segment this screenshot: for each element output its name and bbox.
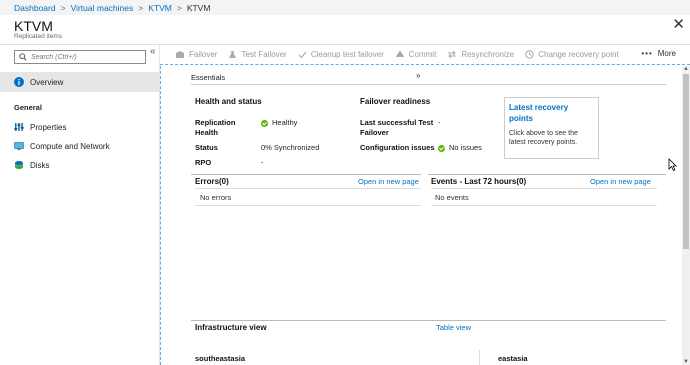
errors-divider-bottom	[195, 205, 421, 206]
check-icon	[298, 50, 307, 59]
command-bar: Failover Test Failover Cleanup test fail…	[160, 45, 690, 65]
region-divider	[479, 350, 480, 365]
errors-divider	[195, 188, 421, 189]
info-icon	[14, 77, 24, 87]
test-failover-icon	[228, 50, 237, 59]
status-label: Status	[195, 143, 218, 152]
errors-title: Errors(0)	[195, 177, 229, 186]
breadcrumb-dashboard[interactable]: Dashboard	[14, 3, 56, 13]
events-divider-top	[428, 174, 666, 175]
more-label: More	[657, 49, 676, 58]
resynchronize-button[interactable]: Resynchronize	[447, 50, 514, 59]
commit-icon	[395, 50, 405, 59]
configuration-issues-text: No issues	[449, 143, 482, 152]
collapse-sidebar-icon[interactable]: «	[150, 46, 156, 57]
configuration-issues-value: No issues	[438, 143, 482, 153]
sidebar-item-label: Properties	[30, 122, 67, 132]
cleanup-test-failover-button[interactable]: Cleanup test failover	[298, 50, 384, 59]
sidebar-item-label: Compute and Network	[30, 141, 110, 151]
breadcrumb-virtual-machines[interactable]: Virtual machines	[71, 3, 134, 13]
failover-label: Failover	[189, 50, 218, 59]
breadcrumb: Dashboard > Virtual machines > KTVM > KT…	[0, 0, 690, 15]
events-open-new-page-link[interactable]: Open in new page	[590, 177, 651, 186]
page-subtitle: Replicated items	[14, 33, 63, 40]
mouse-cursor-icon	[668, 158, 677, 171]
commit-label: Commit	[408, 50, 437, 59]
overview-content: Essentials » Health and status Replicati…	[160, 66, 682, 365]
table-view-link[interactable]: Table view	[436, 323, 471, 332]
change-recovery-point-button[interactable]: Change recovery point	[525, 50, 619, 59]
failover-button[interactable]: Failover	[175, 50, 217, 59]
rpo-label: RPO	[195, 158, 212, 167]
sidebar-item-label: Disks	[30, 160, 50, 170]
disk-icon	[14, 160, 24, 170]
scroll-down-icon[interactable]: ▼	[683, 359, 689, 365]
last-test-failover-value: -	[438, 118, 441, 127]
errors-divider-top	[191, 174, 421, 175]
breadcrumb-current: KTVM	[186, 2, 211, 13]
failover-icon	[175, 50, 185, 59]
events-divider	[431, 188, 657, 189]
blade-header: KTVM Replicated items ✕	[0, 15, 690, 45]
sidebar-item-disks[interactable]: Disks	[0, 155, 160, 175]
resynchronize-label: Resynchronize	[461, 50, 515, 59]
replication-health-value: Healthy	[261, 118, 297, 128]
content-scrollbar[interactable]: ▲ ▼	[682, 66, 690, 365]
region-source: southeastasia	[195, 354, 246, 363]
chevron-right-icon: >	[138, 2, 144, 13]
events-divider-bottom	[431, 205, 657, 206]
commit-button[interactable]: Commit	[395, 50, 437, 59]
sidebar-section-general: General	[14, 103, 42, 112]
clock-icon	[525, 50, 534, 59]
search-input[interactable]	[31, 53, 141, 61]
errors-open-new-page-link[interactable]: Open in new page	[358, 177, 419, 186]
test-failover-label: Test Failover	[241, 50, 287, 59]
infrastructure-view-title: Infrastructure view	[195, 323, 267, 332]
latest-recovery-points-desc: Click above to see the latest recovery p…	[509, 130, 578, 146]
replication-health-label: Replication Health	[195, 118, 236, 137]
more-button[interactable]: ••• More	[641, 49, 676, 58]
page-title: KTVM	[14, 18, 53, 34]
monitor-icon	[14, 141, 24, 151]
breadcrumb-ktvm[interactable]: KTVM	[148, 3, 172, 13]
infrastructure-divider	[191, 320, 666, 321]
chevron-right-icon: >	[176, 2, 182, 13]
status-value: 0% Synchronized	[261, 143, 320, 152]
sidebar-item-label: Overview	[30, 77, 64, 87]
change-recovery-point-label: Change recovery point	[538, 50, 619, 59]
replication-health-text: Healthy	[272, 118, 298, 127]
rpo-value: -	[261, 158, 264, 167]
latest-recovery-points-link[interactable]: Latest recovery points	[509, 102, 594, 124]
configuration-issues-label: Configuration issues	[360, 143, 435, 152]
chevron-right-icon: >	[60, 2, 66, 13]
last-test-failover-label: Last successful Test Failover	[360, 118, 434, 137]
ellipsis-icon: •••	[641, 49, 653, 58]
latest-recovery-points-card[interactable]: Latest recovery points Click above to se…	[504, 97, 599, 159]
sidebar: « Overview General Properties Compute an…	[0, 45, 160, 365]
search-icon	[19, 53, 27, 61]
essentials-label: Essentials	[191, 73, 226, 82]
errors-empty-text: No errors	[200, 193, 232, 202]
events-title: Events - Last 72 hours(0)	[431, 177, 527, 186]
sidebar-item-properties[interactable]: Properties	[0, 117, 160, 137]
failover-readiness-title: Failover readiness	[360, 97, 431, 106]
scroll-thumb[interactable]	[683, 74, 689, 249]
sidebar-item-overview[interactable]: Overview	[0, 72, 160, 92]
search-box[interactable]	[14, 50, 146, 64]
properties-icon	[14, 122, 24, 132]
no-issues-check-icon	[438, 144, 445, 152]
essentials-header[interactable]: Essentials	[191, 71, 666, 85]
health-status-title: Health and status	[195, 97, 262, 106]
cleanup-test-failover-label: Cleanup test failover	[310, 50, 384, 59]
sidebar-item-compute-network[interactable]: Compute and Network	[0, 136, 160, 156]
test-failover-button[interactable]: Test Failover	[228, 50, 287, 59]
chevron-double-down-icon[interactable]: »	[416, 71, 420, 80]
healthy-check-icon	[261, 119, 268, 127]
resync-icon	[447, 50, 457, 59]
events-empty-text: No events	[435, 193, 469, 202]
region-target: eastasia	[498, 354, 528, 363]
close-icon[interactable]: ✕	[672, 17, 685, 32]
scroll-up-icon[interactable]: ▲	[683, 66, 689, 72]
